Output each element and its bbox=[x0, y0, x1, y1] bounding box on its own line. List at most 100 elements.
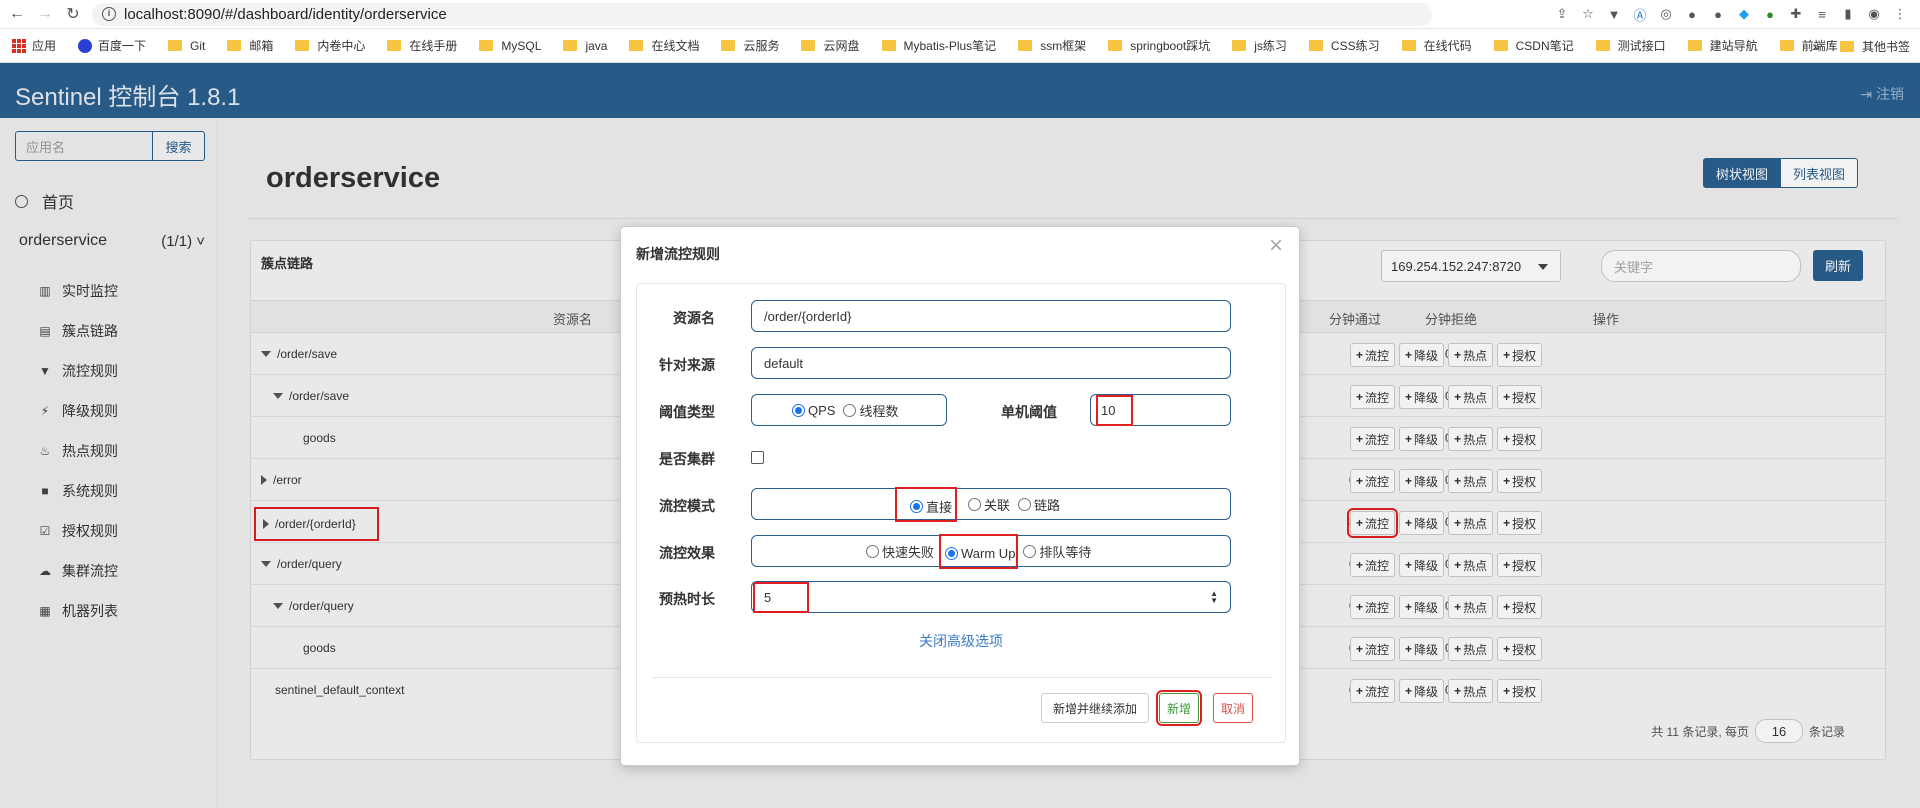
warmup-field[interactable]: 5 ▲ ▼ bbox=[751, 581, 1231, 613]
close-advanced-link[interactable]: 关闭高级选项 bbox=[637, 631, 1285, 651]
bookmark-item[interactable]: 在线手册 bbox=[387, 37, 457, 54]
bookmark-item[interactable]: Mybatis-Plus笔记 bbox=[881, 37, 996, 54]
bookmark-item[interactable]: CSDN笔记 bbox=[1493, 37, 1574, 54]
close-icon[interactable]: × bbox=[1269, 232, 1283, 260]
extension-icon[interactable]: ● bbox=[1708, 4, 1728, 24]
add-and-continue-button[interactable]: 新增并继续添加 bbox=[1041, 693, 1149, 723]
bookmark-item[interactable]: java bbox=[563, 39, 607, 53]
extension-icon[interactable]: ◆ bbox=[1734, 4, 1754, 24]
reading-list-icon[interactable]: ≡ bbox=[1812, 4, 1832, 24]
bookmark-item[interactable]: 测试接口 bbox=[1595, 37, 1666, 54]
extension-icon[interactable]: ◎ bbox=[1656, 4, 1676, 24]
more-bookmarks-icon[interactable]: » bbox=[1812, 38, 1820, 54]
radio-qps[interactable]: QPS bbox=[792, 403, 835, 418]
bookmark-item[interactable]: MySQL bbox=[479, 39, 541, 53]
folder-icon bbox=[1493, 40, 1508, 51]
extension-icon[interactable]: ● bbox=[1682, 4, 1702, 24]
folder-icon bbox=[1839, 40, 1854, 52]
radio-icon bbox=[843, 403, 857, 417]
add-flow-rule-dialog: 新增流控规则 × 资源名 /order/{orderId} 针对来源 defau… bbox=[620, 226, 1300, 766]
reload-icon[interactable]: ↻ bbox=[62, 3, 84, 25]
bookmark-item[interactable]: 内卷中心 bbox=[295, 37, 365, 54]
folder-icon bbox=[1018, 40, 1033, 51]
forward-icon[interactable]: → bbox=[34, 3, 56, 25]
cancel-button[interactable]: 取消 bbox=[1213, 693, 1253, 723]
radio-icon bbox=[968, 497, 982, 511]
warmup-value: 5 bbox=[753, 581, 809, 613]
bookmark-item[interactable]: 百度一下 bbox=[78, 37, 146, 54]
threshold-value: 10 bbox=[1096, 394, 1133, 426]
mode-label: 流控模式 bbox=[659, 498, 715, 514]
url-text: localhost:8090/#/dashboard/identity/orde… bbox=[124, 5, 447, 23]
radio-selected-icon bbox=[910, 499, 923, 513]
radio-fast-fail[interactable]: 快速失败 bbox=[866, 542, 934, 561]
folder-icon bbox=[1779, 40, 1794, 51]
extension-icon[interactable]: ▼ bbox=[1604, 4, 1624, 24]
effect-label: 流控效果 bbox=[659, 545, 715, 561]
radio-icon bbox=[1023, 544, 1037, 558]
extension-icons: ⇪ ☆ ▼ Ⓐ ◎ ● ● ◆ ● ✚ ≡ ▮ ◉ ⋮ bbox=[1552, 4, 1910, 24]
radio-icon bbox=[1018, 497, 1032, 511]
radio-thread-count[interactable]: 线程数 bbox=[843, 401, 898, 420]
baidu-icon bbox=[78, 38, 93, 53]
origin-field[interactable]: default bbox=[751, 347, 1231, 379]
resource-label: 资源名 bbox=[673, 310, 715, 326]
radio-direct[interactable]: 直接 bbox=[894, 486, 958, 522]
bookmarks-bar: 应用 百度一下 Git 邮箱 内卷中心 在线手册 MySQL java 在线文档… bbox=[0, 29, 1920, 63]
radio-chain[interactable]: 链路 bbox=[1018, 495, 1060, 514]
threshold-type-label: 阈值类型 bbox=[659, 404, 715, 420]
spinner-icon[interactable]: ▲ ▼ bbox=[1210, 590, 1218, 605]
cluster-label: 是否集群 bbox=[659, 451, 715, 467]
puzzle-icon[interactable]: ✚ bbox=[1786, 4, 1806, 24]
extension-icon[interactable]: ● bbox=[1760, 4, 1780, 24]
bookmark-apps[interactable]: 应用 bbox=[12, 37, 56, 54]
radio-relate[interactable]: 关联 bbox=[968, 495, 1010, 514]
menu-icon[interactable]: ⋮ bbox=[1890, 4, 1910, 24]
site-info-icon[interactable]: i bbox=[102, 7, 116, 21]
add-button[interactable]: 新增 bbox=[1156, 690, 1202, 726]
radio-warm-up[interactable]: Warm Up bbox=[938, 533, 1019, 569]
resource-field[interactable]: /order/{orderId} bbox=[751, 300, 1231, 332]
warmup-label: 预热时长 bbox=[659, 591, 715, 607]
folder-icon bbox=[387, 40, 402, 51]
extension-icon[interactable]: Ⓐ bbox=[1630, 4, 1650, 24]
side-panel-icon[interactable]: ▮ bbox=[1838, 4, 1858, 24]
radio-queue[interactable]: 排队等待 bbox=[1023, 542, 1091, 561]
radio-selected-icon bbox=[945, 546, 959, 560]
mode-group: 直接 关联 链路 bbox=[751, 486, 1231, 522]
folder-icon bbox=[479, 40, 494, 51]
bookmark-item[interactable]: js练习 bbox=[1232, 37, 1287, 54]
cluster-checkbox[interactable] bbox=[751, 451, 764, 464]
bookmark-item[interactable]: 在线文档 bbox=[629, 37, 699, 54]
rule-form: 资源名 /order/{orderId} 针对来源 default 阈值类型 Q… bbox=[636, 283, 1286, 743]
folder-icon bbox=[721, 40, 736, 51]
bookmark-item[interactable]: 建站导航 bbox=[1687, 37, 1758, 54]
bookmark-item[interactable]: 在线代码 bbox=[1401, 37, 1472, 54]
address-bar[interactable]: i localhost:8090/#/dashboard/identity/or… bbox=[92, 2, 1432, 26]
folder-icon bbox=[1401, 40, 1416, 51]
bookmark-item[interactable]: ssm框架 bbox=[1018, 37, 1086, 54]
folder-icon bbox=[1108, 40, 1123, 51]
threshold-label: 单机阈值 bbox=[1001, 404, 1057, 420]
apps-icon bbox=[12, 38, 26, 53]
bookmark-item[interactable]: Git bbox=[168, 39, 205, 53]
radio-selected-icon bbox=[792, 403, 805, 417]
dialog-title: 新增流控规则 bbox=[636, 246, 720, 262]
profile-icon[interactable]: ◉ bbox=[1864, 4, 1884, 24]
folder-icon bbox=[1308, 40, 1323, 51]
share-icon[interactable]: ⇪ bbox=[1552, 4, 1572, 24]
bookmark-item[interactable]: CSS练习 bbox=[1308, 37, 1380, 54]
other-bookmarks[interactable]: 其他书签 bbox=[1839, 38, 1910, 55]
bookmark-item[interactable]: springboot踩坑 bbox=[1108, 37, 1210, 54]
folder-icon bbox=[1687, 40, 1702, 51]
bookmark-item[interactable]: 邮箱 bbox=[227, 37, 273, 54]
bookmark-item[interactable]: 云服务 bbox=[721, 37, 779, 54]
folder-icon bbox=[1595, 40, 1610, 51]
folder-icon bbox=[563, 40, 578, 51]
threshold-field[interactable]: 10 bbox=[1090, 394, 1231, 426]
back-icon[interactable]: ← bbox=[6, 3, 28, 25]
bookmark-star-icon[interactable]: ☆ bbox=[1578, 4, 1598, 24]
folder-icon bbox=[881, 40, 896, 51]
divider bbox=[652, 677, 1272, 678]
bookmark-item[interactable]: 云网盘 bbox=[801, 37, 860, 54]
